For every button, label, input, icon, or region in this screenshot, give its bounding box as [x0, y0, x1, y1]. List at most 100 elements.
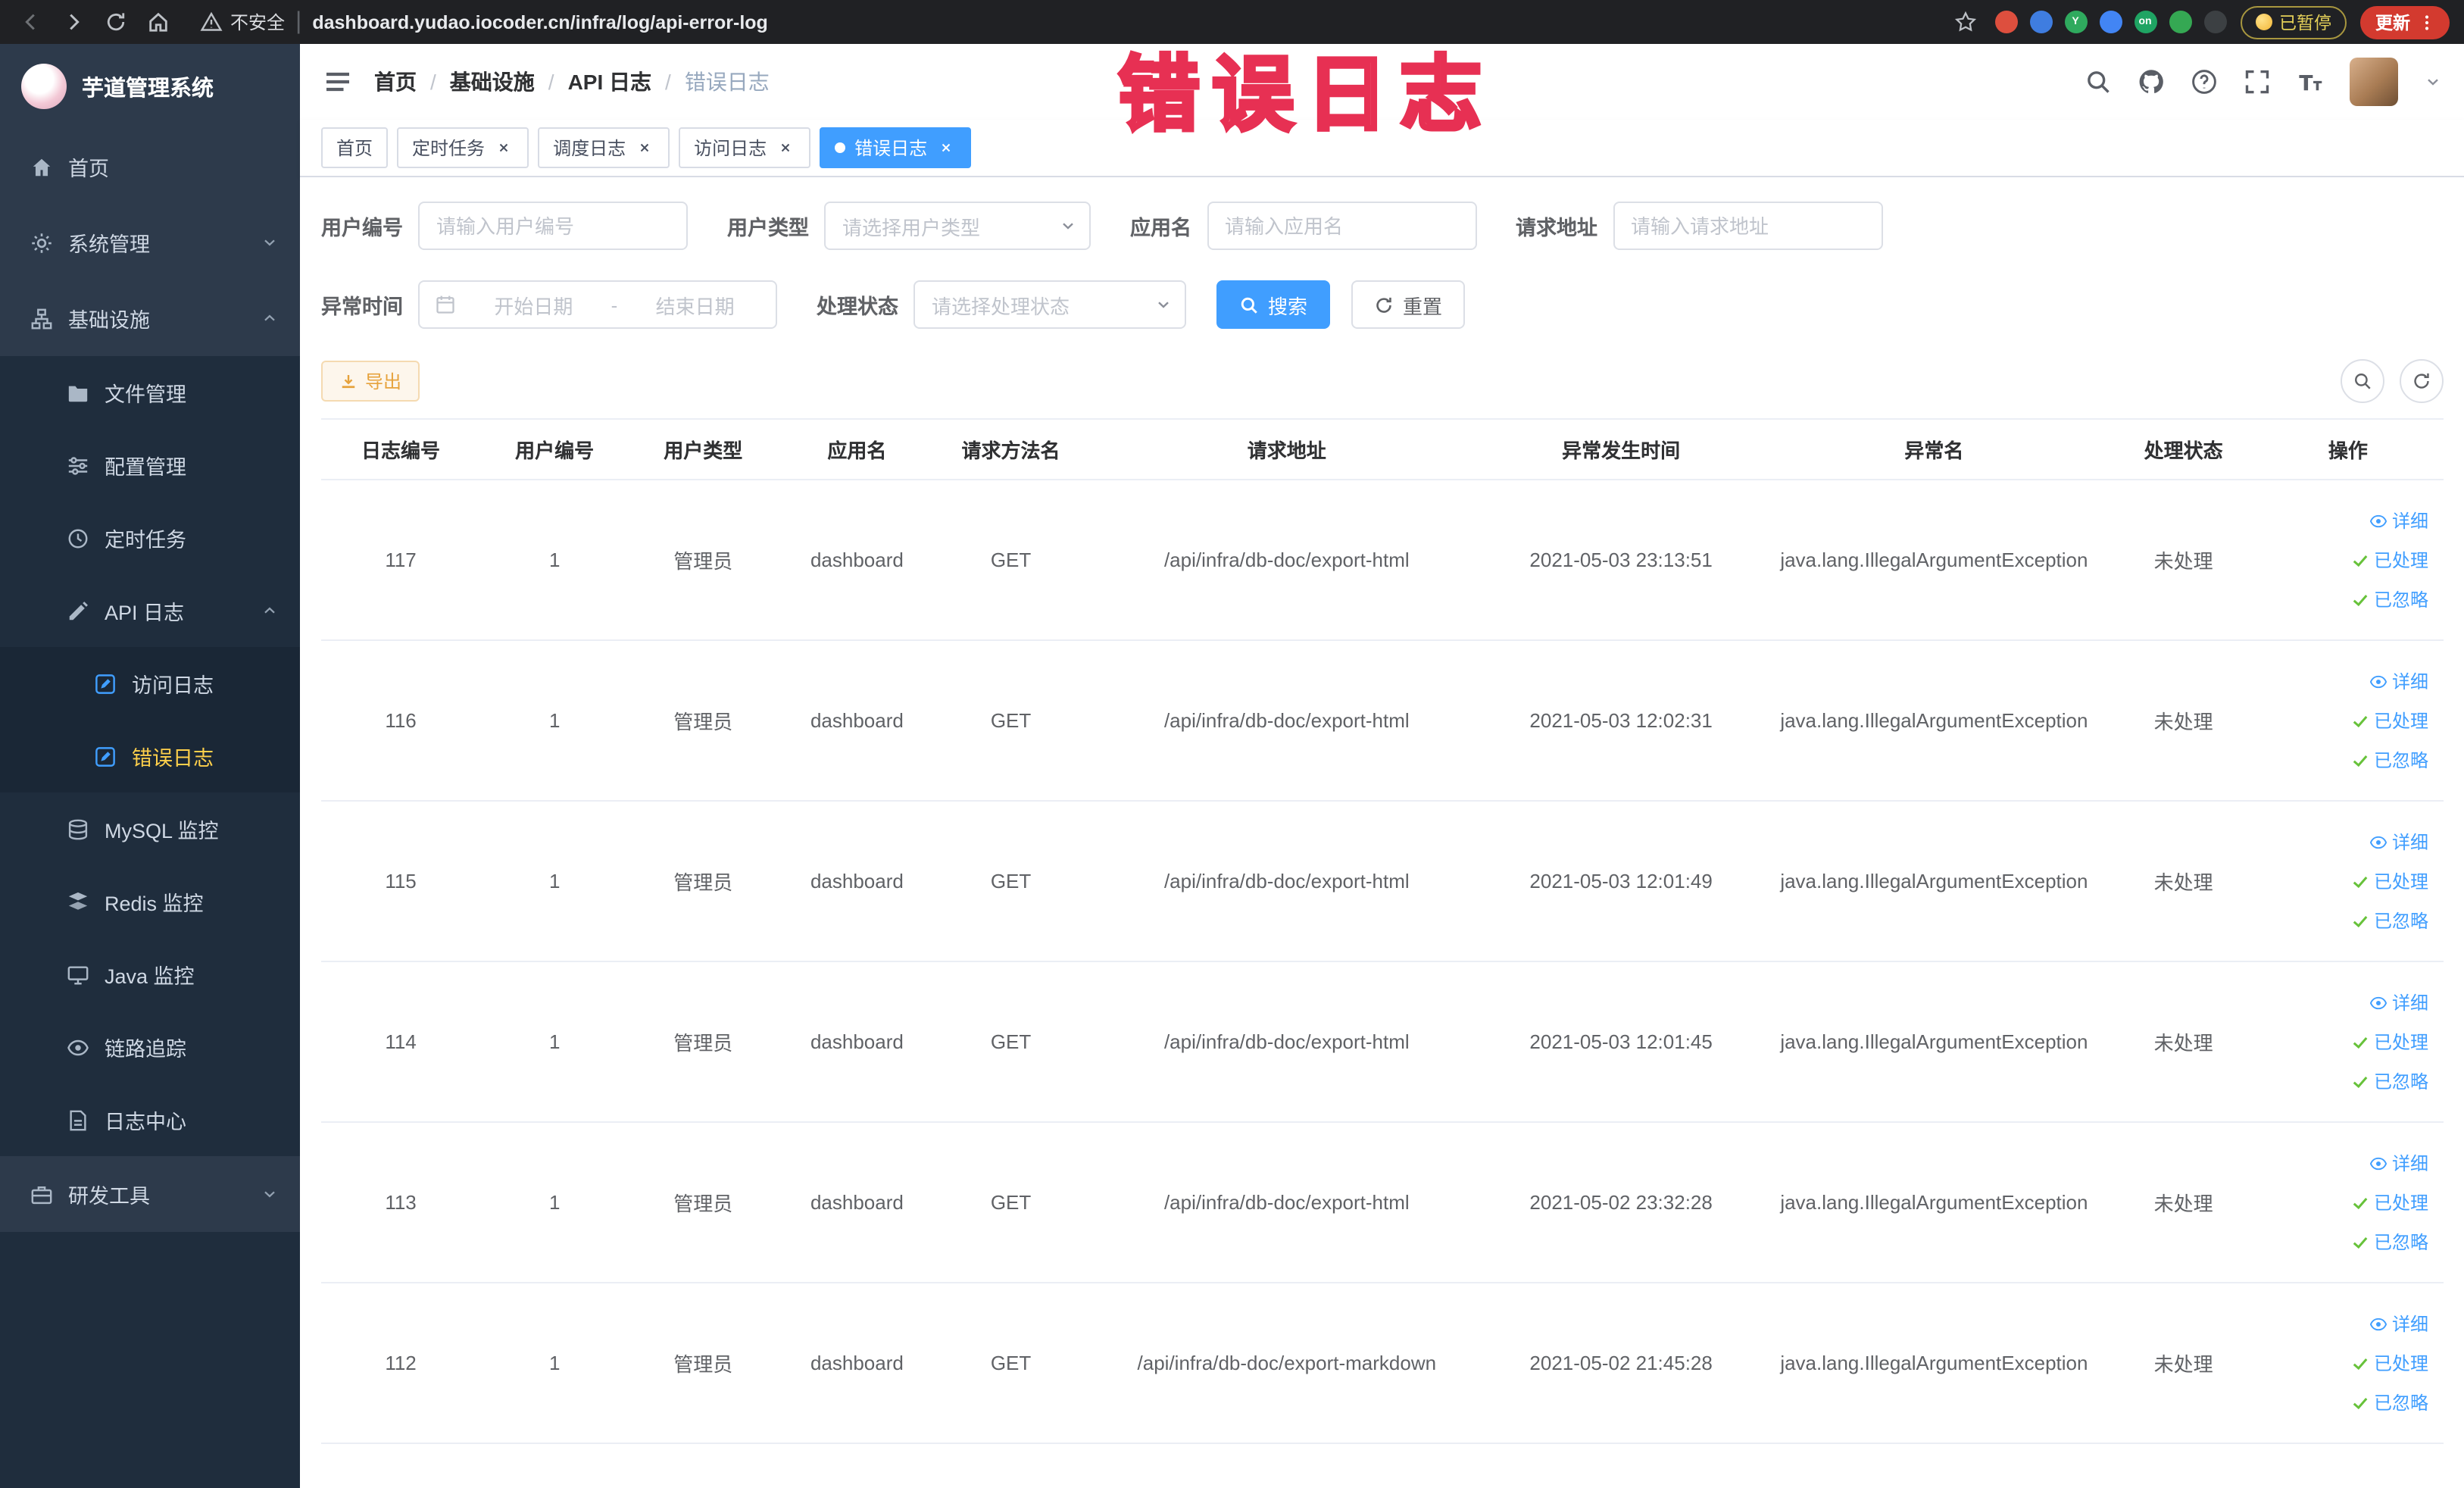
tab-error-log[interactable]: 错误日志	[820, 127, 972, 168]
user-id-input[interactable]	[418, 202, 688, 250]
forward-icon[interactable]	[58, 7, 88, 37]
action-ignored-link[interactable]: 已忽略	[2351, 908, 2428, 933]
cell-user-id: 1	[480, 801, 629, 962]
cell-user-type: 管理员	[629, 640, 778, 802]
action-processed-link[interactable]: 已处理	[2351, 1350, 2428, 1376]
tab-job[interactable]: 定时任务	[397, 127, 529, 168]
cell-user-id: 1	[480, 480, 629, 641]
sidebar-item-trace[interactable]: 链路追踪	[0, 1011, 300, 1083]
action-detail-link[interactable]: 详细	[2369, 1311, 2428, 1336]
cell-time: 2021-05-02 23:32:28	[1488, 1122, 1754, 1283]
action-detail-link[interactable]: 详细	[2369, 508, 2428, 533]
close-icon[interactable]	[494, 138, 514, 158]
cell-url: /api/infra/db-doc/export-html	[1085, 480, 1488, 641]
search-icon[interactable]	[2085, 68, 2112, 95]
refresh-button[interactable]	[2400, 359, 2444, 403]
sidebar-item-api-log[interactable]: API 日志	[0, 574, 300, 647]
sidebar-item-mysql[interactable]: MySQL 监控	[0, 792, 300, 865]
font-size-icon[interactable]	[2297, 68, 2324, 95]
request-url-input[interactable]	[1613, 202, 1882, 250]
chrome-update-button[interactable]: 更新	[2360, 5, 2450, 39]
action-detail-link[interactable]: 详细	[2369, 668, 2428, 694]
user-avatar[interactable]	[2350, 58, 2398, 106]
app-logo[interactable]: 芋道管理系统	[0, 44, 300, 129]
sidebar-item-label: 配置管理	[105, 456, 186, 479]
search-button-label: 搜索	[1268, 295, 1308, 317]
back-icon[interactable]	[15, 7, 45, 37]
address-bar[interactable]: 不安全 | dashboard.yudao.iocoder.cn/infra/l…	[185, 8, 1938, 36]
action-processed-link[interactable]: 已处理	[2351, 868, 2428, 894]
tab-access-log[interactable]: 访问日志	[679, 127, 811, 168]
action-processed-link[interactable]: 已处理	[2351, 708, 2428, 733]
layers-icon	[67, 890, 89, 913]
sidebar-item-log-center[interactable]: 日志中心	[0, 1083, 300, 1156]
action-processed-link[interactable]: 已处理	[2351, 1029, 2428, 1055]
github-icon[interactable]	[2138, 68, 2165, 95]
sidebar-item-dev-tools[interactable]: 研发工具	[0, 1156, 300, 1232]
process-status-select[interactable]: 请选择处理状态	[913, 280, 1186, 329]
cell-status: 未处理	[2114, 1283, 2253, 1444]
cell-actions: 详细已处理已忽略	[2252, 961, 2444, 1123]
hide-search-button[interactable]	[2341, 359, 2384, 403]
hamburger-icon[interactable]	[323, 67, 353, 97]
action-ignored-link[interactable]: 已忽略	[2351, 1390, 2428, 1415]
fullscreen-icon[interactable]	[2244, 68, 2271, 95]
extension-blue-grid-icon[interactable]	[2099, 11, 2122, 33]
export-button[interactable]: 导出	[321, 361, 420, 402]
cell-id: 117	[321, 480, 481, 641]
reset-button[interactable]: 重置	[1351, 280, 1466, 329]
sidebar-item-config[interactable]: 配置管理	[0, 429, 300, 502]
action-processed-link[interactable]: 已处理	[2351, 547, 2428, 573]
tab-home[interactable]: 首页	[321, 127, 389, 168]
sidebar-item-job[interactable]: 定时任务	[0, 502, 300, 574]
extension-green-y-icon[interactable]: Y	[2064, 11, 2087, 33]
extension-red-circle-icon[interactable]	[1994, 11, 2017, 33]
user-type-select[interactable]: 请选择用户类型	[824, 202, 1091, 250]
breadcrumb-item[interactable]: API 日志	[568, 67, 651, 97]
sidebar-item-home[interactable]: 首页	[0, 129, 300, 205]
app-title: 芋道管理系统	[82, 77, 214, 101]
extension-on-badge-icon[interactable]: on	[2134, 11, 2156, 33]
home-button-icon[interactable]	[142, 7, 173, 37]
user-type-label: 用户类型	[727, 217, 809, 239]
security-indicator[interactable]: 不安全	[200, 9, 285, 35]
close-icon[interactable]	[776, 138, 795, 158]
sidebar-item-access-log[interactable]: 访问日志	[0, 647, 300, 720]
date-range-picker[interactable]: 开始日期 - 结束日期	[418, 280, 777, 329]
extension-blue-drop-icon[interactable]	[2029, 11, 2052, 33]
filter-row-1: 用户编号 用户类型 请选择用户类型 应用名	[321, 202, 2444, 250]
action-detail-link[interactable]: 详细	[2369, 829, 2428, 855]
tab-label: 调度日志	[553, 138, 626, 159]
kebab-menu-icon[interactable]	[2419, 13, 2434, 31]
bookmark-star-icon[interactable]	[1950, 7, 1981, 37]
extension-pin-icon[interactable]	[2203, 11, 2226, 33]
extension-leaf-icon[interactable]	[2169, 11, 2191, 33]
app-name-input[interactable]	[1207, 202, 1476, 250]
avatar-caret-down-icon[interactable]	[2424, 73, 2442, 91]
sidebar-item-infra[interactable]: 基础设施	[0, 280, 300, 356]
sidebar-item-file[interactable]: 文件管理	[0, 356, 300, 429]
breadcrumb-item[interactable]: 基础设施	[450, 67, 535, 97]
sidebar-item-java[interactable]: Java 监控	[0, 938, 300, 1011]
breadcrumb-item[interactable]: 首页	[374, 67, 417, 97]
close-icon[interactable]	[635, 138, 654, 158]
sidebar-item-system[interactable]: 系统管理	[0, 205, 300, 280]
search-button[interactable]: 搜索	[1216, 280, 1331, 329]
security-label: 不安全	[230, 12, 286, 33]
action-ignored-link[interactable]: 已忽略	[2351, 1068, 2428, 1094]
reload-icon[interactable]	[100, 7, 130, 37]
sidebar-item-error-log[interactable]: 错误日志	[0, 720, 300, 792]
breadcrumb-separator: /	[548, 70, 554, 94]
help-icon[interactable]	[2191, 68, 2218, 95]
close-icon[interactable]	[936, 138, 956, 158]
tab-job-log[interactable]: 调度日志	[538, 127, 670, 168]
action-ignored-link[interactable]: 已忽略	[2351, 747, 2428, 773]
action-processed-link[interactable]: 已处理	[2351, 1189, 2428, 1215]
tab-bar: 首页 定时任务 调度日志 访问日志 错误日志	[300, 120, 2464, 177]
action-ignored-link[interactable]: 已忽略	[2351, 1229, 2428, 1255]
action-detail-link[interactable]: 详细	[2369, 989, 2428, 1015]
paused-extension-button[interactable]: 已暂停	[2240, 5, 2347, 39]
action-detail-link[interactable]: 详细	[2369, 1150, 2428, 1176]
action-ignored-link[interactable]: 已忽略	[2351, 586, 2428, 612]
sidebar-item-redis[interactable]: Redis 监控	[0, 865, 300, 938]
